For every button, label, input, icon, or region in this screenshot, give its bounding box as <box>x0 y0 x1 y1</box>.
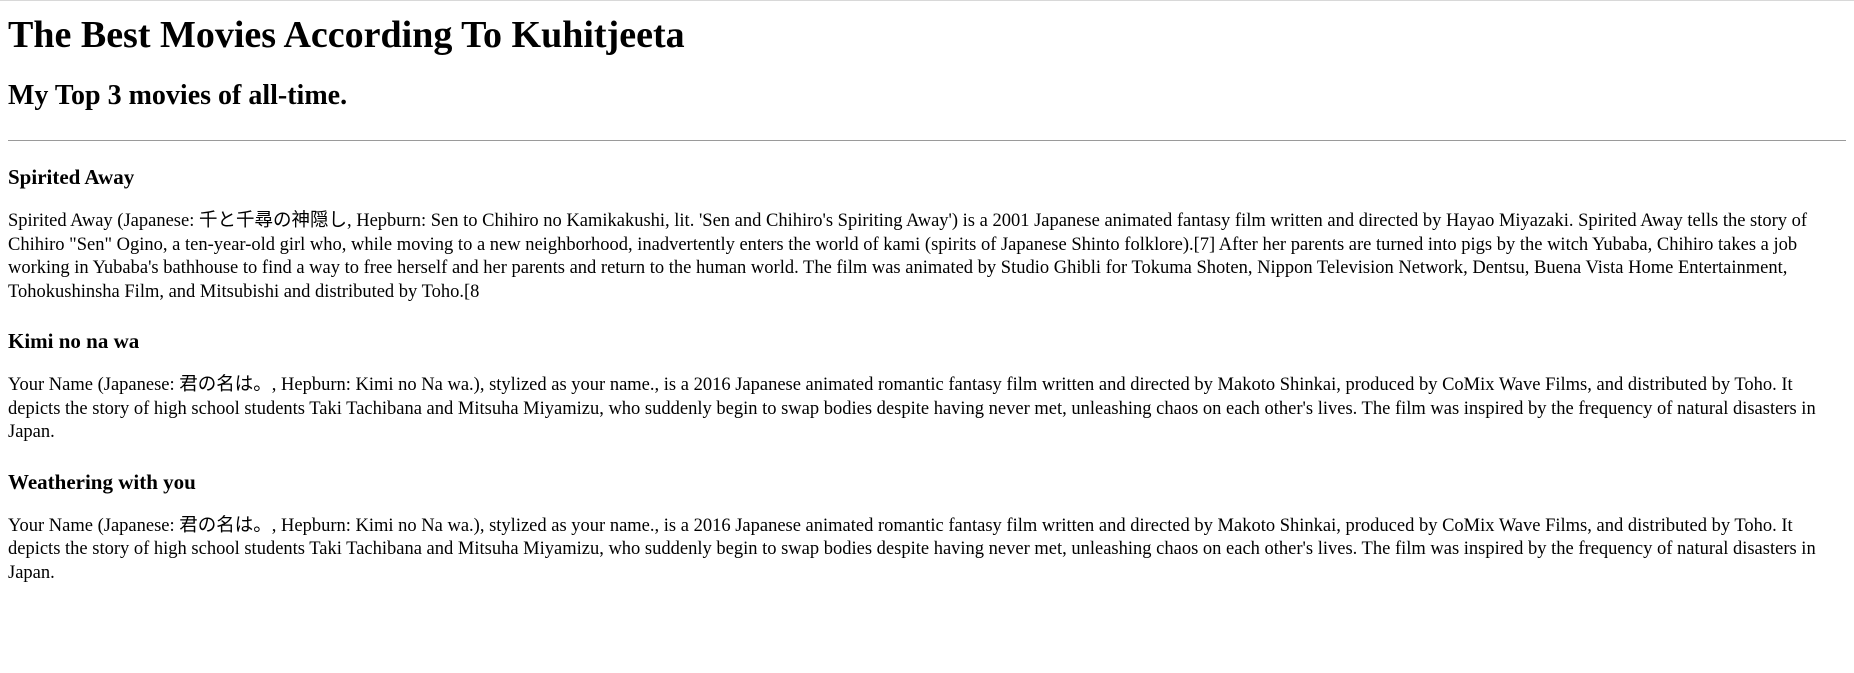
page: The Best Movies According To Kuhitjeeta … <box>0 0 1854 673</box>
page-title: The Best Movies According To Kuhitjeeta <box>8 14 685 56</box>
movie-section-weathering-with-you: Weathering with you Your Name (Japanese:… <box>8 469 1846 586</box>
movie-title: Kimi no na wa <box>8 329 140 353</box>
movie-description: Your Name (Japanese: 君の名は。, Hepburn: Kim… <box>8 375 1816 442</box>
movie-description: Spirited Away (Japanese: 千と千尋の神隠し, Hepbu… <box>8 211 1808 302</box>
movie-section-kimi-no-na-wa: Kimi no na wa Your Name (Japanese: 君の名は。… <box>8 328 1846 445</box>
movie-description: Your Name (Japanese: 君の名は。, Hepburn: Kim… <box>8 515 1816 583</box>
page-subtitle: My Top 3 movies of all-time. <box>8 80 348 111</box>
movie-title: Spirited Away <box>8 165 135 189</box>
movie-section-spirited-away: Spirited Away Spirited Away (Japanese: 千… <box>8 164 1846 304</box>
divider <box>8 140 1846 141</box>
movie-title: Weathering with you <box>8 469 196 494</box>
